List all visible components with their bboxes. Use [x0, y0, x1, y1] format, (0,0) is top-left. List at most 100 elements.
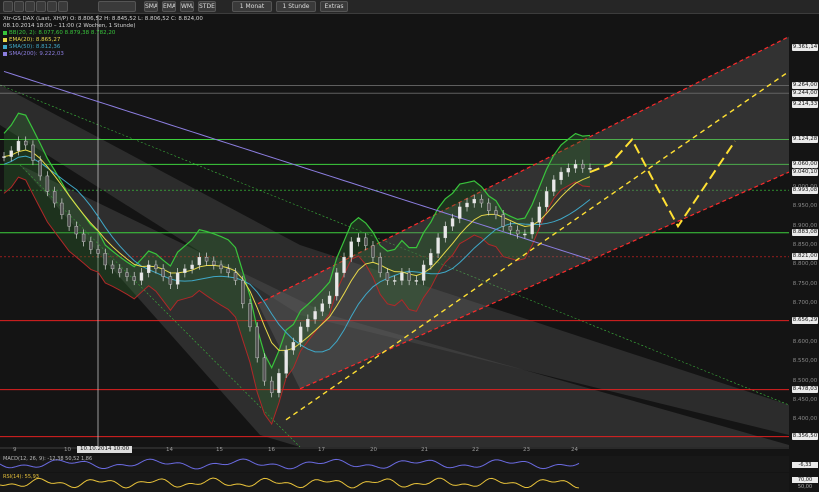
candle-body — [421, 264, 426, 281]
macd-label: MACD(12, 26, 9): -12,38 50,52 1,86 — [3, 456, 93, 462]
x-tick-label: 15 — [216, 447, 223, 453]
candle-body — [573, 164, 578, 169]
candle-body — [320, 303, 325, 312]
candle-body — [342, 257, 346, 273]
toolbar-button-12[interactable]: 1 Stunde — [276, 1, 316, 12]
chart-window: { "toolbar": { "items": ["", "", "", "",… — [0, 0, 819, 492]
macd-value: -6,33 — [792, 462, 818, 468]
candle-body — [226, 268, 230, 273]
x-tick-label: 16 — [268, 447, 275, 453]
candle-body — [378, 257, 382, 273]
candle-body — [443, 226, 448, 239]
toolbar-button-5[interactable] — [58, 1, 68, 12]
legend-item[interactable]: BB(20, 2): 8.077,60 8.879,38 8.782,20 — [3, 30, 115, 37]
candle-body — [204, 257, 209, 262]
candle-body — [523, 233, 527, 236]
candle-body — [501, 214, 505, 227]
candle-body — [392, 280, 397, 282]
legend-item[interactable]: SMA(200): 9.222,03 — [3, 51, 64, 58]
toolbar-button-13[interactable]: Extras — [320, 1, 348, 12]
legend-swatch — [3, 51, 7, 56]
price-label: 8.750,00 — [792, 280, 818, 287]
price-label: 8.993,08 — [792, 186, 818, 194]
toolbar-button-4[interactable] — [47, 1, 57, 12]
candle-body — [183, 268, 187, 273]
candle-body — [197, 257, 202, 266]
toolbar-button-0[interactable] — [3, 1, 13, 12]
candle-body — [371, 245, 375, 258]
candle-body — [9, 150, 13, 157]
price-label: 8.950,00 — [792, 203, 818, 210]
price-label: 9.264,00 — [792, 81, 818, 89]
candle-body — [212, 260, 216, 266]
candle-body — [219, 264, 223, 270]
toolbar-button-7[interactable]: SMA — [144, 1, 158, 12]
candle-body — [298, 326, 303, 343]
legend-item[interactable]: SMA(50): 8.812,36 — [3, 44, 60, 51]
candle-body — [74, 226, 79, 235]
candle-body — [465, 202, 469, 208]
legend-swatch — [3, 30, 7, 35]
candle-body — [241, 280, 245, 304]
price-label: 8.550,00 — [792, 358, 818, 365]
candle-body — [479, 198, 484, 204]
candle-body — [458, 206, 462, 219]
candle-body — [494, 210, 498, 215]
legend-label: EMA(20): 8.865,27 — [9, 37, 61, 43]
price-label: 8.450,00 — [792, 396, 818, 403]
legend-item[interactable]: EMA(20): 8.865,27 — [3, 37, 60, 44]
rsi-value-2: 50,00 — [797, 484, 813, 490]
candle-body — [248, 303, 252, 328]
price-label: 8.400,00 — [792, 416, 818, 423]
rsi-label: RSI(14): 55,93 — [3, 474, 39, 480]
candle-body — [487, 202, 491, 211]
x-tick-label: 23 — [523, 447, 530, 453]
candle-body — [284, 349, 288, 374]
candle-body — [103, 253, 107, 266]
toolbar-button-1[interactable] — [14, 1, 24, 12]
toolbar-button-11[interactable]: 1 Monat — [232, 1, 272, 12]
candle-body — [400, 272, 404, 281]
candle-body — [581, 164, 585, 169]
toolbar-button-3[interactable] — [36, 1, 46, 12]
toolbar-button-9[interactable]: WMA — [180, 1, 194, 12]
x-tick-label: 24 — [571, 447, 578, 453]
toolbar-button-2[interactable] — [25, 1, 35, 12]
candle-body — [508, 226, 513, 231]
candle-body — [472, 198, 476, 204]
candle-body — [168, 276, 173, 285]
candle-body — [45, 175, 50, 192]
candle-body — [429, 253, 433, 266]
price-label: 8.500,00 — [792, 377, 818, 384]
date-line: 08.10.2014 18:00 – 11:00 (2 Wochen, 1 St… — [3, 23, 136, 29]
candle-body — [89, 241, 93, 250]
price-label: 8.821,00 — [792, 253, 818, 261]
x-tick-label: 9 — [13, 447, 17, 453]
price-label: 8.656,29 — [792, 317, 818, 325]
symbol-line: Xtr-GS DAX (Last, XH/P) O: 8.806,52 H: 8… — [3, 16, 203, 22]
candle-body — [60, 202, 64, 215]
candle-body — [385, 272, 390, 281]
candle-body — [96, 249, 100, 254]
toolbar: SMA EMA WMA STDEV 1 Monat 1 Stunde Extras — [0, 0, 819, 14]
price-axis: 9.361,14 9.264,00 9.244,00 9.214,33 9.124,28… — [789, 0, 819, 492]
candle-body — [530, 222, 534, 235]
candle-body — [364, 237, 368, 246]
candle-body — [306, 318, 310, 328]
price-label: 8.883,08 — [792, 229, 818, 237]
x-tick-label: 10 — [64, 447, 71, 453]
candle-body — [356, 237, 361, 242]
candle-body — [335, 272, 339, 297]
candle-body — [269, 380, 274, 393]
price-label: 8.800,00 — [792, 261, 818, 268]
candle-body — [544, 191, 549, 208]
toolbar-button-10[interactable]: STDEV — [198, 1, 216, 12]
candle-body — [154, 264, 158, 270]
candle-body — [559, 171, 563, 181]
toolbar-button-6[interactable] — [98, 1, 136, 12]
candle-body — [537, 206, 542, 223]
x-tick-label: 20 — [370, 447, 377, 453]
candle-body — [161, 268, 165, 277]
candle-body — [450, 218, 455, 227]
toolbar-button-8[interactable]: EMA — [162, 1, 176, 12]
